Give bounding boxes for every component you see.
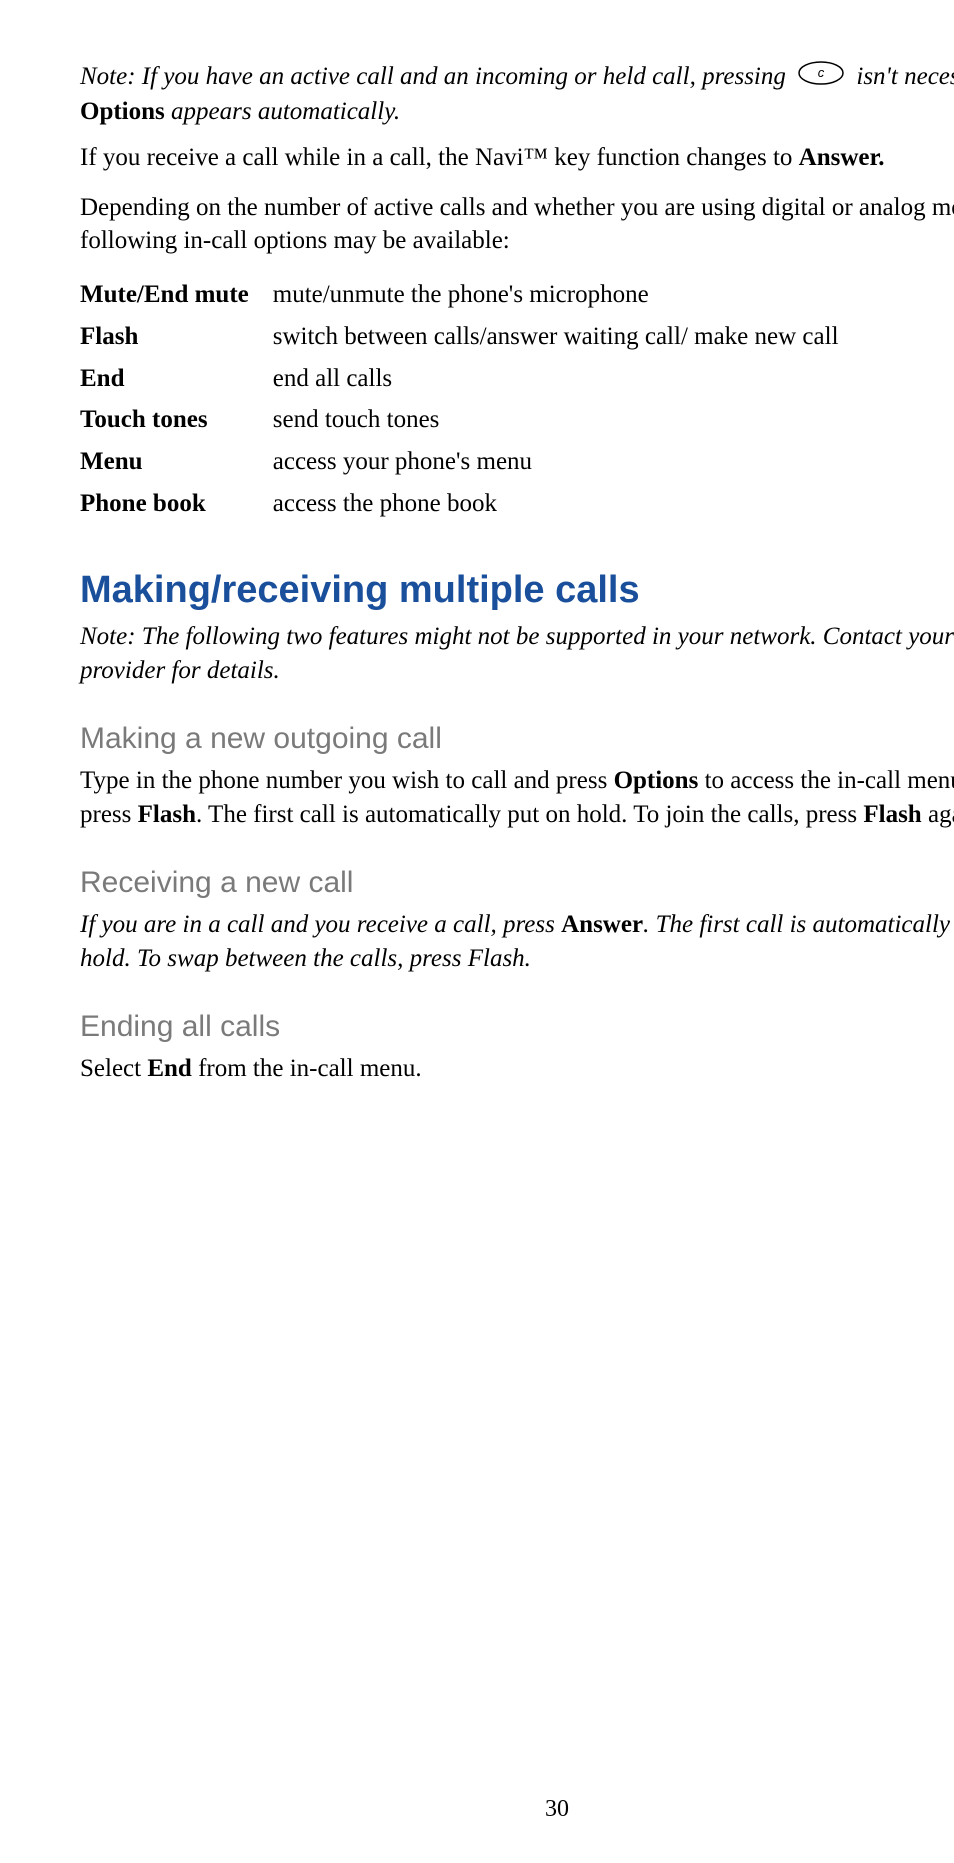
section-heading: Making/receiving multiple calls [80, 565, 954, 616]
in-call-options-table: Mute/End mute mute/unmute the phone's mi… [80, 274, 839, 525]
para-text: If you receive a call while in a call, t… [80, 144, 799, 171]
para-bold: Answer. [799, 144, 885, 171]
option-desc: send touch tones [273, 399, 839, 441]
subheading-receiving: Receiving a new call [80, 863, 954, 904]
option-label: Touch tones [80, 399, 273, 441]
page-number: 30 [80, 1793, 954, 1825]
bold: Flash [138, 801, 196, 828]
option-label: Mute/End mute [80, 274, 273, 316]
note-bold: Options [80, 98, 165, 125]
option-desc: access your phone's menu [273, 441, 839, 483]
para-receiving: If you are in a call and you receive a c… [80, 908, 954, 976]
text: . The first call is automatically put on… [196, 801, 863, 828]
bold: Flash [863, 801, 921, 828]
table-row: Menu access your phone's menu [80, 441, 839, 483]
option-label: Phone book [80, 483, 273, 525]
subheading-outgoing: Making a new outgoing call [80, 719, 954, 760]
para-ending: Select End from the in-call menu. [80, 1052, 954, 1086]
table-row: Phone book access the phone book [80, 483, 839, 525]
note-text: isn't necessary; [856, 63, 954, 90]
option-desc: mute/unmute the phone's microphone [273, 274, 839, 316]
text: Type in the phone number you wish to cal… [80, 767, 614, 794]
option-desc: end all calls [273, 358, 839, 400]
table-row: End end all calls [80, 358, 839, 400]
text: again. [922, 801, 954, 828]
para-outgoing: Type in the phone number you wish to cal… [80, 764, 954, 832]
bold: Options [614, 767, 699, 794]
option-label: Flash [80, 316, 273, 358]
note-text: appears automatically. [165, 98, 400, 125]
bold: Answer [561, 911, 643, 938]
option-label: Menu [80, 441, 273, 483]
text: If you are in a call and you receive a c… [80, 911, 561, 938]
table-row: Mute/End mute mute/unmute the phone's mi… [80, 274, 839, 316]
svg-text:c: c [818, 65, 825, 80]
note-text: Note: If you have an active call and an … [80, 63, 792, 90]
option-desc: switch between calls/answer waiting call… [273, 316, 839, 358]
c-key-icon: c [798, 61, 844, 95]
table-row: Flash switch between calls/answer waitin… [80, 316, 839, 358]
table-row: Touch tones send touch tones [80, 399, 839, 441]
para-depending: Depending on the number of active calls … [80, 191, 954, 259]
text: Select [80, 1055, 147, 1082]
subheading-ending: Ending all calls [80, 1007, 954, 1048]
option-label: End [80, 358, 273, 400]
note-network-support: Note: The following two features might n… [80, 620, 954, 688]
note-active-call: Note: If you have an active call and an … [80, 60, 954, 129]
option-desc: access the phone book [273, 483, 839, 525]
bold: End [147, 1055, 191, 1082]
para-navi-answer: If you receive a call while in a call, t… [80, 141, 954, 175]
text: from the in-call menu. [192, 1055, 422, 1082]
